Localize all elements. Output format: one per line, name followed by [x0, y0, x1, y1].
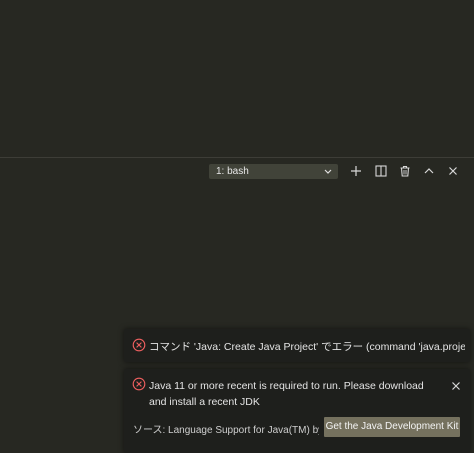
close-icon[interactable]: [444, 162, 462, 180]
error-circle-icon: [132, 338, 146, 352]
close-icon[interactable]: [450, 379, 462, 391]
notification-toast: Java 11 or more recent is required to ru…: [124, 369, 470, 453]
chevron-up-icon[interactable]: [420, 162, 438, 180]
editor-area: [0, 0, 474, 157]
get-jdk-button[interactable]: Get the Java Development Kit: [324, 417, 460, 437]
notification-source: ソース: Language Support for Java(TM) by ..…: [133, 425, 319, 436]
notification-message: Java 11 or more recent is required to ru…: [149, 380, 424, 408]
split-icon[interactable]: [372, 162, 390, 180]
trash-icon[interactable]: [396, 162, 414, 180]
terminal-select-label: 1: bash: [216, 166, 249, 177]
terminal-select-dropdown[interactable]: 1: bash: [209, 164, 338, 179]
notification-toast: コマンド 'Java: Create Java Project' でエラー (c…: [124, 329, 470, 362]
notification-message: コマンド 'Java: Create Java Project' でエラー (c…: [149, 341, 465, 353]
plus-icon[interactable]: [347, 162, 365, 180]
chevron-down-icon: [323, 164, 333, 179]
error-circle-icon: [132, 377, 146, 391]
